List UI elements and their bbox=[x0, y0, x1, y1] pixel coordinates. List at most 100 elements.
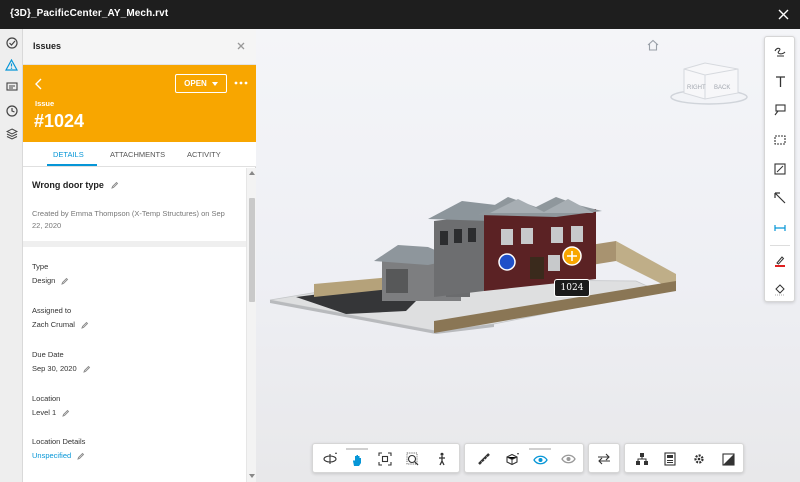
field-assigned-text: Zach Crumal bbox=[32, 320, 75, 329]
issues-warning-icon bbox=[5, 58, 18, 71]
hide-objects-button[interactable] bbox=[557, 448, 579, 470]
callout-icon bbox=[774, 104, 786, 116]
stroke-color-button[interactable] bbox=[769, 250, 791, 272]
gear-icon bbox=[694, 454, 704, 464]
orbit-button[interactable] bbox=[319, 448, 341, 470]
orbit-icon bbox=[323, 452, 337, 464]
first-person-button[interactable] bbox=[431, 448, 453, 470]
viewpoint-marker[interactable] bbox=[498, 253, 516, 271]
section-button[interactable] bbox=[501, 448, 523, 470]
panel-title: Issues bbox=[33, 41, 62, 51]
model-browser-button[interactable] bbox=[631, 448, 653, 470]
pan-button[interactable] bbox=[346, 448, 368, 470]
model-viewer[interactable]: RIGHT BACK 1024 bbox=[256, 29, 800, 482]
field-assigned-label: Assigned to bbox=[32, 306, 72, 315]
fill-color-button[interactable] bbox=[769, 278, 791, 300]
edit-pencil-icon bbox=[61, 277, 69, 285]
zoom-fit-icon bbox=[378, 452, 392, 466]
markup-toolbar bbox=[764, 36, 795, 302]
rectangle-button[interactable] bbox=[769, 129, 791, 151]
edit-pencil-icon bbox=[62, 409, 70, 417]
status-dropdown[interactable]: OPEN bbox=[175, 74, 227, 93]
field-location-label: Location bbox=[32, 394, 61, 403]
scroll-down-arrow[interactable] bbox=[249, 474, 255, 478]
rail-issues-button[interactable] bbox=[2, 55, 21, 74]
visibility-button[interactable] bbox=[529, 448, 551, 470]
title-bar: {3D}_PacificCenter_AY_Mech.rvt bbox=[0, 0, 800, 29]
issue-number: #1024 bbox=[34, 111, 85, 131]
rail-comments-button[interactable] bbox=[2, 78, 21, 97]
field-type-value[interactable]: Design bbox=[32, 276, 69, 285]
house-model[interactable] bbox=[256, 29, 800, 482]
arrow-button[interactable] bbox=[769, 187, 791, 209]
issue-label: Issue bbox=[35, 99, 55, 108]
rail-history-button[interactable] bbox=[2, 101, 21, 120]
freehand-button[interactable] bbox=[769, 41, 791, 63]
caret-down-icon bbox=[211, 81, 218, 86]
fill-bucket-icon bbox=[775, 284, 785, 296]
settings-toolbar bbox=[624, 443, 744, 473]
panel-close-button[interactable] bbox=[234, 39, 248, 53]
issues-panel: Issues OPEN Issue #1024 DETAILS ATTACHME… bbox=[23, 29, 256, 482]
section-divider bbox=[23, 241, 246, 247]
back-button[interactable] bbox=[32, 77, 46, 91]
fullscreen-button[interactable] bbox=[717, 448, 739, 470]
zoom-window-button[interactable] bbox=[402, 448, 424, 470]
edit-pencil-icon bbox=[82, 365, 90, 373]
compare-button[interactable] bbox=[593, 448, 615, 470]
field-location-details-text: Unspecified bbox=[32, 451, 72, 460]
close-window-button[interactable] bbox=[774, 5, 792, 23]
tab-attachments[interactable]: ATTACHMENTS bbox=[110, 150, 165, 159]
zoom-fit-button[interactable] bbox=[374, 448, 396, 470]
more-options-button[interactable] bbox=[233, 75, 249, 91]
dimension-button[interactable] bbox=[769, 217, 791, 239]
details-content: Wrong door type Created by Emma Thompson… bbox=[23, 168, 246, 482]
text-button[interactable] bbox=[769, 70, 791, 92]
pen-color-icon bbox=[775, 256, 785, 267]
left-rail bbox=[0, 29, 23, 482]
text-icon bbox=[775, 75, 785, 87]
status-label: OPEN bbox=[184, 79, 207, 88]
tab-activity[interactable]: ACTIVITY bbox=[187, 150, 221, 159]
field-due-date-text: Sep 30, 2020 bbox=[32, 364, 77, 373]
field-type-text: Design bbox=[32, 276, 56, 285]
more-horizontal-icon bbox=[234, 81, 248, 85]
freehand-icon bbox=[774, 47, 786, 57]
window-title: {3D}_PacificCenter_AY_Mech.rvt bbox=[10, 8, 169, 19]
properties-button[interactable] bbox=[659, 448, 681, 470]
field-assigned-value[interactable]: Zach Crumal bbox=[32, 320, 89, 329]
active-tab-indicator bbox=[47, 164, 97, 166]
history-icon bbox=[5, 104, 18, 117]
details-scrollbar[interactable] bbox=[246, 168, 256, 482]
settings-button[interactable] bbox=[688, 448, 710, 470]
ruler-icon bbox=[478, 453, 490, 465]
created-by-text: Created by Emma Thompson (X-Temp Structu… bbox=[32, 209, 225, 230]
rail-layers-button[interactable] bbox=[2, 124, 21, 143]
field-location-details-label: Location Details bbox=[32, 437, 86, 446]
scroll-up-arrow[interactable] bbox=[249, 171, 255, 175]
field-type-label: Type bbox=[32, 262, 49, 271]
navigation-toolbar bbox=[312, 443, 460, 473]
hierarchy-tree-icon bbox=[636, 453, 648, 465]
field-due-date-value[interactable]: Sep 30, 2020 bbox=[32, 364, 91, 373]
edit-pencil-icon bbox=[81, 321, 89, 329]
arrow-icon bbox=[774, 192, 786, 204]
scrollbar-thumb[interactable] bbox=[249, 198, 255, 302]
issue-tabs: DETAILS ATTACHMENTS ACTIVITY bbox=[23, 142, 256, 167]
edit-pencil-icon[interactable] bbox=[111, 181, 119, 189]
field-location-details-value[interactable]: Unspecified bbox=[32, 451, 85, 460]
tools-toolbar bbox=[464, 443, 584, 473]
issue-tag-label[interactable]: 1024 bbox=[554, 279, 590, 297]
tab-details[interactable]: DETAILS bbox=[53, 150, 84, 159]
dimension-icon bbox=[774, 225, 786, 231]
measure-button[interactable] bbox=[473, 448, 495, 470]
cloud-button[interactable] bbox=[769, 158, 791, 180]
layers-icon bbox=[5, 127, 18, 140]
compare-toolbar bbox=[588, 443, 620, 473]
section-cube-icon bbox=[505, 453, 519, 466]
field-location-value[interactable]: Level 1 bbox=[32, 408, 70, 417]
callout-button[interactable] bbox=[769, 99, 791, 121]
rail-checklist-button[interactable] bbox=[2, 33, 21, 52]
issue-banner: OPEN Issue #1024 bbox=[23, 65, 256, 142]
swap-arrows-icon bbox=[598, 453, 610, 465]
